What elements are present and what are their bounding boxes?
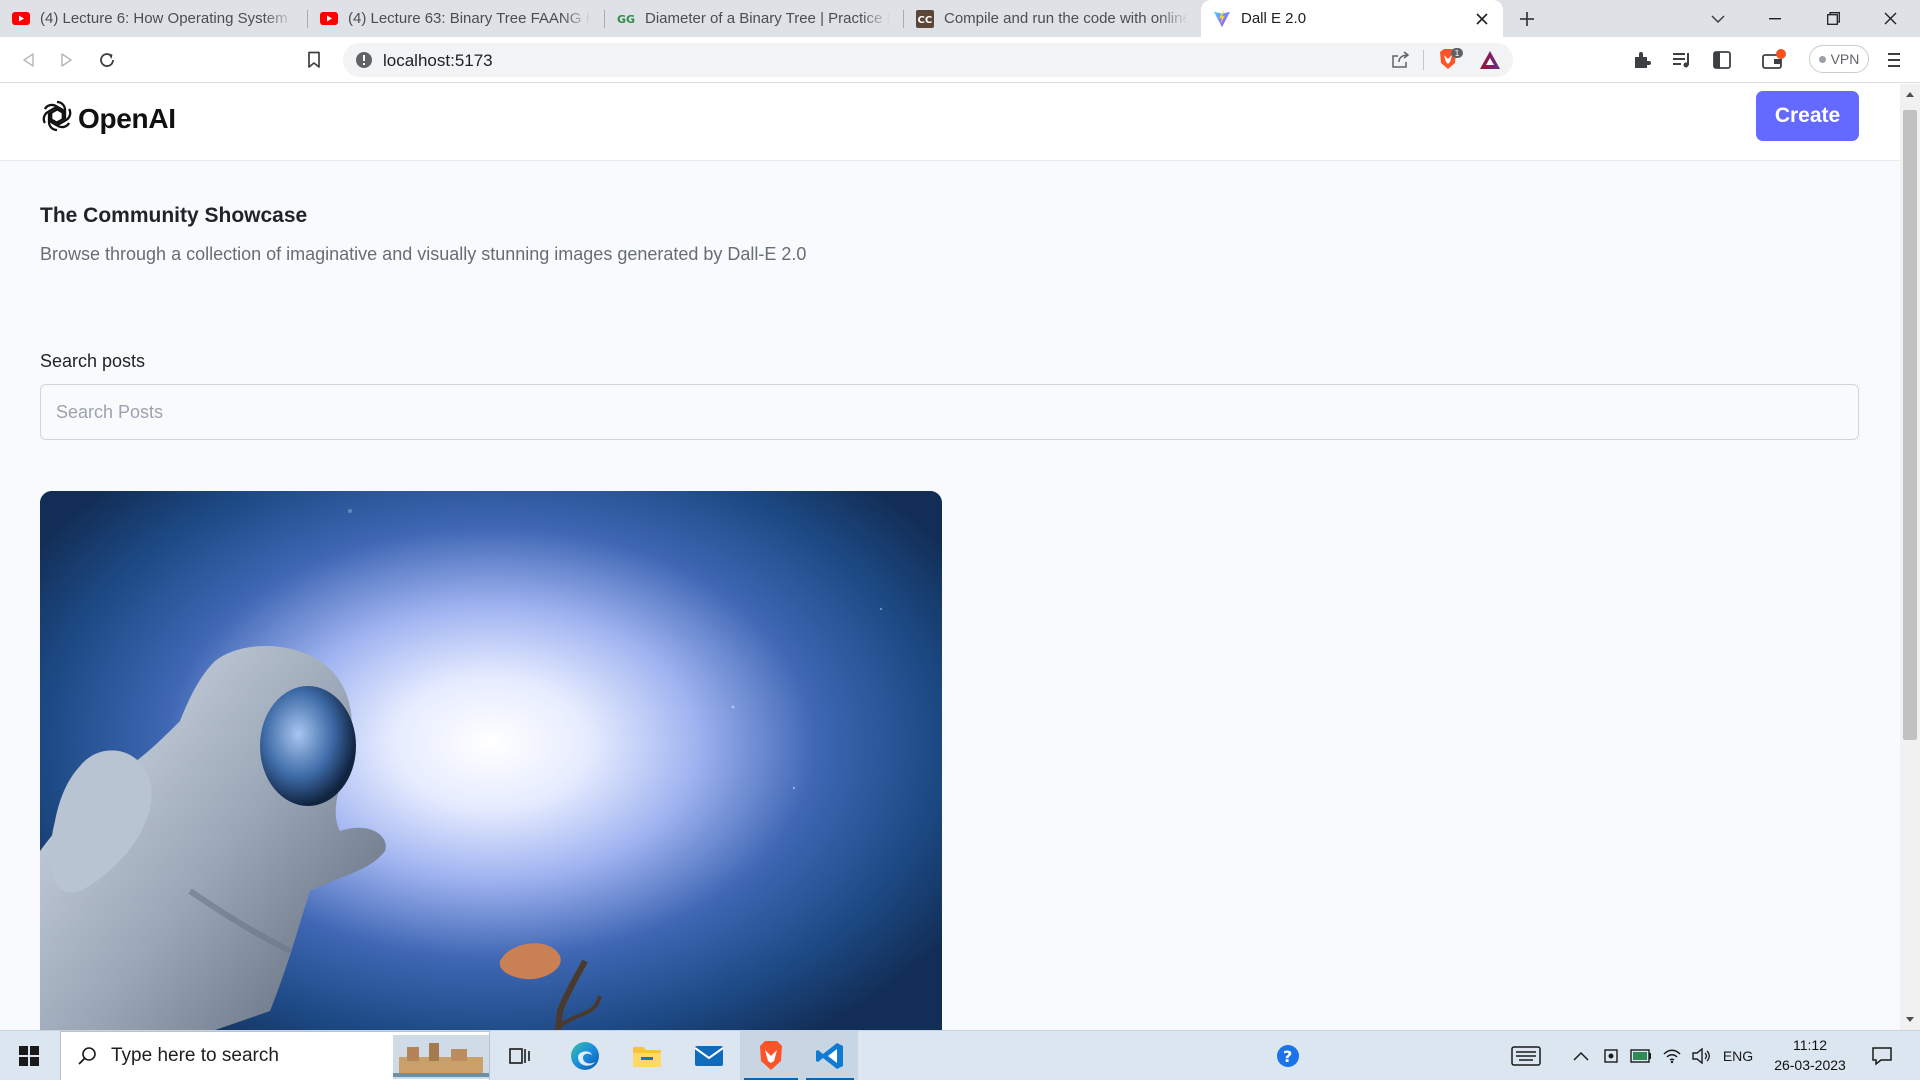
taskbar-search-box[interactable]: Type here to search (60, 1031, 490, 1080)
svg-text:1: 1 (1455, 49, 1460, 58)
scroll-up-arrow-icon[interactable] (1905, 90, 1915, 100)
vite-icon (1213, 10, 1231, 28)
browser-tab-3[interactable]: GG Diameter of a Binary Tree | Practice … (605, 0, 902, 37)
scroll-down-arrow-icon[interactable] (1905, 1014, 1915, 1024)
reload-button[interactable] (93, 46, 121, 74)
windows-logo-icon (19, 1046, 39, 1066)
tab-title: Diameter of a Binary Tree | Practice | G (645, 10, 890, 27)
brand-name: OpenAI (78, 102, 176, 134)
taskbar-clock[interactable]: 11:12 26-03-2023 (1760, 1035, 1860, 1075)
page-scrollbar[interactable] (1900, 84, 1920, 1030)
minimize-button[interactable] (1747, 0, 1803, 37)
youtube-icon (12, 10, 30, 28)
search-posts-input[interactable] (40, 384, 1859, 440)
wallet-icon[interactable] (1760, 46, 1788, 74)
edge-icon[interactable] (560, 1031, 610, 1080)
keyboard-icon[interactable] (1506, 1031, 1546, 1080)
geeksforgeeks-icon: GG (617, 10, 635, 28)
vpn-button[interactable]: VPN (1809, 45, 1869, 73)
brave-rewards-icon[interactable] (1477, 48, 1503, 72)
url-text: localhost:5173 (383, 51, 493, 70)
browser-tab-active[interactable]: Dall E 2.0 (1201, 0, 1503, 37)
language-indicator[interactable]: ENG (1718, 1031, 1758, 1080)
openai-logo[interactable]: OpenAI (40, 99, 176, 138)
browser-tab-4[interactable]: CC Compile and run the code with online (904, 0, 1200, 37)
search-label: Search posts (40, 351, 146, 371)
restore-button[interactable] (1805, 0, 1861, 37)
back-button[interactable] (14, 46, 42, 74)
volume-icon[interactable] (1688, 1031, 1714, 1080)
bookmark-icon[interactable] (300, 46, 328, 74)
tab-search-chevron-icon[interactable] (1690, 0, 1746, 37)
browser-toolbar: localhost:5173 1 VPN (0, 37, 1920, 83)
main-content: The Community Showcase Browse through a … (0, 161, 1900, 1030)
svg-text:GG: GG (617, 13, 635, 25)
clock-time: 11:12 (1793, 1037, 1827, 1053)
tray-chevron-up-icon[interactable] (1568, 1031, 1594, 1080)
mail-icon[interactable] (684, 1031, 734, 1080)
page-title: The Community Showcase (40, 204, 308, 227)
share-icon[interactable] (1387, 48, 1413, 72)
tab-title: (4) Lecture 6: How Operating System E (40, 10, 294, 27)
menu-icon[interactable] (1880, 46, 1908, 74)
tab-title: Compile and run the code with online (944, 10, 1188, 27)
site-header: OpenAI Create (0, 84, 1900, 161)
post-image (40, 491, 942, 1030)
start-button[interactable] (0, 1031, 58, 1080)
site-info-icon[interactable] (355, 51, 373, 74)
clock-date: 26-03-2023 (1774, 1057, 1846, 1073)
scrollbar-thumb[interactable] (1903, 110, 1917, 740)
taskbar-search-placeholder: Type here to search (111, 1045, 279, 1066)
battery-icon[interactable] (1628, 1031, 1654, 1080)
youtube-icon (320, 10, 338, 28)
page-subtitle: Browse through a collection of imaginati… (40, 244, 807, 264)
close-window-button[interactable] (1862, 0, 1918, 37)
notifications-icon[interactable] (1862, 1031, 1902, 1080)
post-card[interactable] (40, 491, 942, 1030)
address-bar[interactable]: localhost:5173 1 (343, 43, 1513, 77)
browser-tab-2[interactable]: (4) Lecture 63: Binary Tree FAANG Inte (308, 0, 603, 37)
extensions-icon[interactable] (1628, 46, 1656, 74)
vpn-status-dot (1818, 55, 1826, 63)
help-icon[interactable]: ? (1270, 1031, 1306, 1080)
codechef-icon: CC (916, 9, 934, 28)
vpn-label: VPN (1830, 51, 1860, 67)
tab-title: Dall E 2.0 (1241, 10, 1307, 27)
svg-text:?: ? (1283, 1047, 1292, 1066)
meet-now-icon[interactable] (1600, 1031, 1624, 1080)
search-highlight-image (393, 1035, 489, 1079)
windows-taskbar: Type here to search ? ENG 11:12 26-03-20… (0, 1030, 1920, 1080)
page-viewport: OpenAI Create The Community Showcase Bro… (0, 84, 1900, 1030)
forward-button[interactable] (53, 46, 81, 74)
openai-logo-icon (40, 99, 74, 138)
create-button[interactable]: Create (1756, 91, 1859, 141)
vscode-icon[interactable] (802, 1031, 858, 1080)
close-tab-icon[interactable] (1473, 10, 1491, 28)
wifi-icon[interactable] (1658, 1031, 1686, 1080)
tab-title: (4) Lecture 63: Binary Tree FAANG Inte (348, 10, 591, 27)
playlist-icon[interactable] (1668, 46, 1696, 74)
new-tab-button[interactable] (1514, 6, 1540, 32)
sidebar-icon[interactable] (1708, 46, 1736, 74)
browser-tab-1[interactable]: (4) Lecture 6: How Operating System E (0, 0, 306, 37)
browser-tab-strip: (4) Lecture 6: How Operating System E (4… (0, 0, 1920, 37)
task-view-icon[interactable] (497, 1031, 543, 1080)
brave-taskbar-icon[interactable] (740, 1031, 802, 1080)
svg-text:CC: CC (918, 15, 933, 26)
search-icon (77, 1046, 97, 1066)
brave-shields-icon[interactable]: 1 (1437, 48, 1463, 72)
file-explorer-icon[interactable] (622, 1031, 672, 1080)
